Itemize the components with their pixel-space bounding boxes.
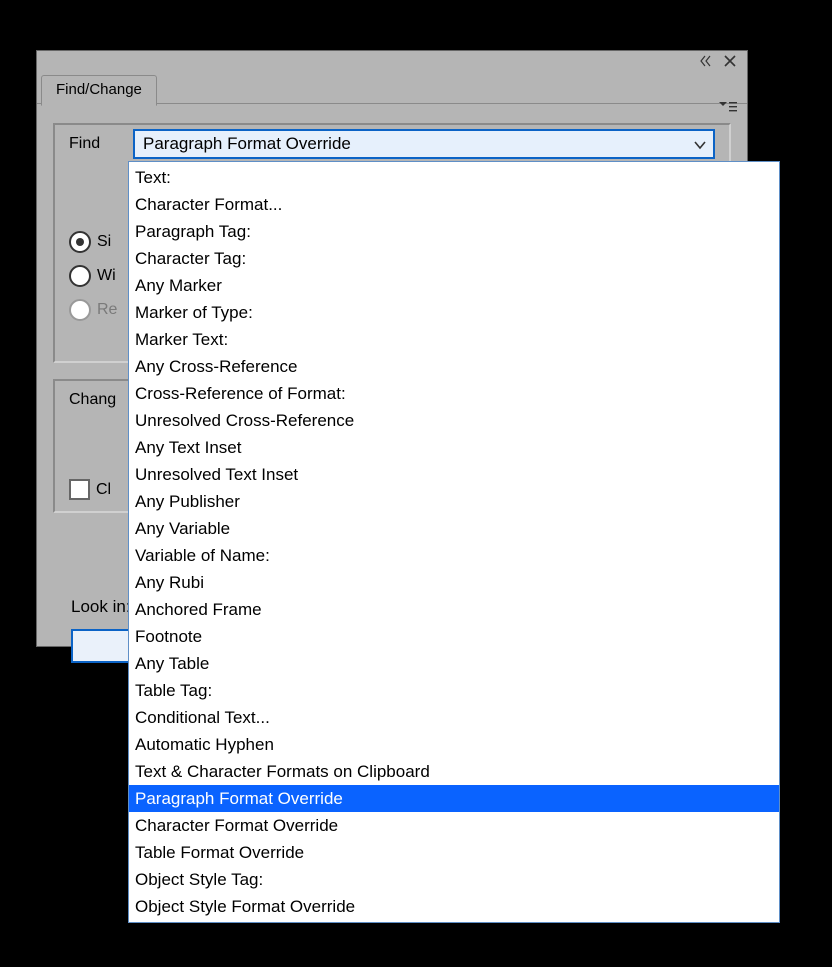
panel-header <box>37 51 747 73</box>
find-option[interactable]: Any Marker <box>129 272 779 299</box>
find-option[interactable]: Paragraph Tag: <box>129 218 779 245</box>
tab-find-change[interactable]: Find/Change <box>41 75 157 106</box>
find-option[interactable]: Marker of Type: <box>129 299 779 326</box>
find-option[interactable]: Any Table <box>129 650 779 677</box>
find-option[interactable]: Anchored Frame <box>129 596 779 623</box>
find-type-select[interactable]: Paragraph Format Override <box>133 129 715 159</box>
tab-strip: Find/Change <box>37 73 747 104</box>
radio-label: Re <box>97 301 117 319</box>
radio-icon <box>69 265 91 287</box>
find-option[interactable]: Character Format Override <box>129 812 779 839</box>
chevron-down-icon <box>693 137 707 151</box>
find-option[interactable]: Any Rubi <box>129 569 779 596</box>
radio-simple-search[interactable]: Si <box>69 231 111 253</box>
panel-menu-icon[interactable] <box>717 99 739 117</box>
find-option[interactable]: Any Publisher <box>129 488 779 515</box>
find-option[interactable]: Footnote <box>129 623 779 650</box>
find-option[interactable]: Table Format Override <box>129 839 779 866</box>
find-option[interactable]: Character Tag: <box>129 245 779 272</box>
find-option[interactable]: Any Cross-Reference <box>129 353 779 380</box>
find-option[interactable]: Cross-Reference of Format: <box>129 380 779 407</box>
radio-icon <box>69 299 91 321</box>
find-option[interactable]: Unresolved Cross-Reference <box>129 407 779 434</box>
look-in-label: Look in: <box>71 597 131 617</box>
checkbox-label: Cl <box>96 481 111 499</box>
find-option[interactable]: Object Style Tag: <box>129 866 779 893</box>
find-option[interactable]: Variable of Name: <box>129 542 779 569</box>
find-option[interactable]: Conditional Text... <box>129 704 779 731</box>
find-option[interactable]: Text & Character Formats on Clipboard <box>129 758 779 785</box>
find-option[interactable]: Any Text Inset <box>129 434 779 461</box>
find-option[interactable]: Character Format... <box>129 191 779 218</box>
find-option[interactable]: Unresolved Text Inset <box>129 461 779 488</box>
radio-label: Wi <box>97 267 116 285</box>
radio-wildcard-search[interactable]: Wi <box>69 265 116 287</box>
collapse-icon[interactable] <box>697 52 715 70</box>
change-label: Chang <box>69 391 116 409</box>
radio-regex-search: Re <box>69 299 117 321</box>
radio-icon <box>69 231 91 253</box>
find-option[interactable]: Marker Text: <box>129 326 779 353</box>
checkbox-icon <box>69 479 90 500</box>
find-type-selected-text: Paragraph Format Override <box>143 134 351 154</box>
find-option[interactable]: Text: <box>129 164 779 191</box>
find-option[interactable]: Object Style Format Override <box>129 893 779 920</box>
find-option[interactable]: Table Tag: <box>129 677 779 704</box>
find-option[interactable]: Any Variable <box>129 515 779 542</box>
close-icon[interactable] <box>721 52 739 70</box>
find-option[interactable]: Automatic Hyphen <box>129 731 779 758</box>
clone-case-checkbox[interactable]: Cl <box>69 479 111 500</box>
find-label: Find <box>69 135 100 153</box>
radio-label: Si <box>97 233 111 251</box>
find-option[interactable]: Paragraph Format Override <box>129 785 779 812</box>
find-type-dropdown[interactable]: Text:Character Format...Paragraph Tag:Ch… <box>128 161 780 923</box>
